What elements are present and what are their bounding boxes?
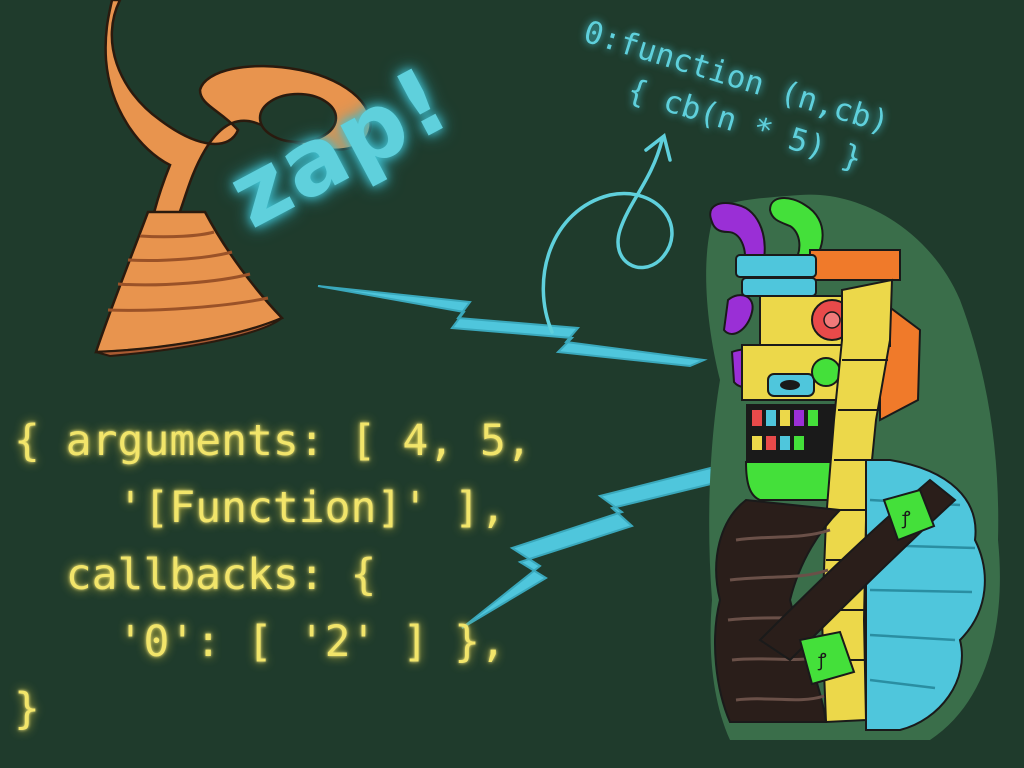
code-line: { arguments: [ 4, 5, xyxy=(14,416,532,466)
code-line: '0': [ '2' ] }, xyxy=(14,617,506,667)
code-line: } xyxy=(14,684,40,734)
svg-text:ꝭ: ꝭ xyxy=(901,508,911,529)
code-line: callbacks: { xyxy=(14,550,377,600)
svg-text:ꝭ: ꝭ xyxy=(817,650,827,671)
curly-arrow-icon xyxy=(541,132,674,334)
code-line: '[Function]' ], xyxy=(14,483,506,533)
scene: ꝭ ꝭ zap! 0:function (n,cb) { cb(n * 5) }… xyxy=(0,0,1024,768)
lightning-bolt-icon xyxy=(317,285,708,368)
totem-creature-icon: ꝭ ꝭ xyxy=(706,194,1000,741)
code-block: { arguments: [ 4, 5, '[Function]' ], cal… xyxy=(14,408,532,743)
